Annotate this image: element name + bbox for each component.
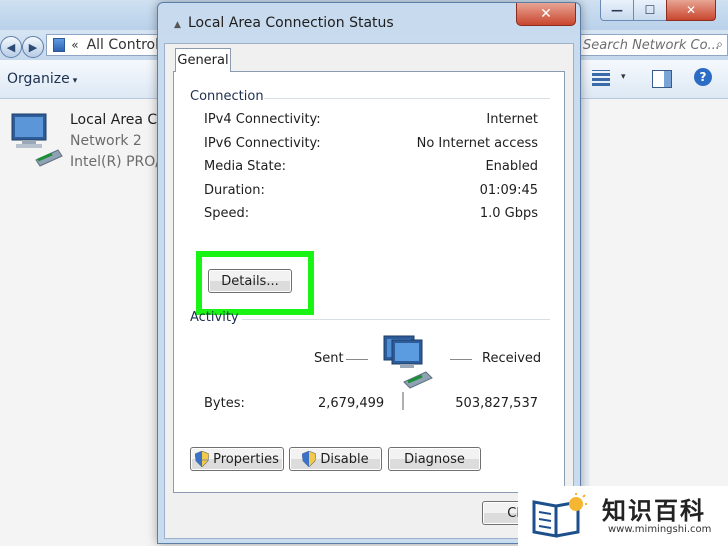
watermark-title: 知识百科 [602, 497, 706, 525]
sent-line [346, 359, 368, 360]
change-view-icon[interactable] [592, 70, 610, 86]
explorer-window-buttons: — ☐ ✕ [600, 0, 716, 21]
dialog-close-button[interactable]: ✕ [516, 3, 576, 26]
speed-value: 1.0 Gbps [479, 206, 538, 221]
bytes-label: Bytes: [204, 396, 245, 411]
uac-shield-icon [195, 451, 210, 467]
network-adapter-icon[interactable] [8, 112, 64, 171]
tab-general[interactable]: General [175, 48, 231, 72]
explorer-close-button[interactable]: ✕ [666, 0, 716, 21]
media-state-label: Media State: [204, 159, 286, 174]
ipv4-label: IPv4 Connectivity: [204, 112, 321, 127]
media-state-value: Enabled [485, 159, 538, 174]
bytes-sent-value: 2,679,499 [318, 396, 385, 411]
maximize-button[interactable]: ☐ [633, 0, 667, 21]
activity-divider [242, 319, 550, 320]
watermark-url: www.mimingshi.com [608, 524, 712, 535]
duration-value: 01:09:45 [479, 183, 538, 198]
search-placeholder: Search Network Co... [583, 37, 720, 53]
disable-button[interactable]: Disable [289, 447, 382, 471]
help-icon[interactable]: ? [694, 68, 712, 86]
minimize-button[interactable]: — [600, 0, 634, 21]
details-button[interactable]: Details... [208, 269, 292, 293]
control-panel-icon [53, 38, 66, 52]
network-item-name[interactable]: Local Area Co [70, 110, 166, 131]
diagnose-button[interactable]: Diagnose [388, 447, 481, 471]
properties-label: Properties [213, 451, 279, 467]
network-item-network: Network 2 [70, 133, 142, 149]
bytes-separator [402, 392, 404, 410]
bytes-received-value: 503,827,537 [455, 396, 538, 411]
connection-divider [264, 98, 550, 99]
book-lightbulb-logo [532, 493, 587, 538]
connection-status-dialog: ▲ Local Area Connection Status ✕ General… [157, 2, 581, 544]
ipv6-value: No Internet access [416, 136, 538, 151]
ipv6-label: IPv6 Connectivity: [204, 136, 321, 151]
dialog-title: Local Area Connection Status [188, 15, 394, 31]
forward-button[interactable]: ▶ [22, 36, 44, 58]
properties-button[interactable]: Properties [190, 447, 284, 471]
speed-label: Speed: [204, 206, 250, 221]
organize-label: Organize [7, 71, 70, 87]
connection-heading: Connection [190, 89, 264, 104]
watermark: 知识百科 www.mimingshi.com [518, 486, 728, 546]
chevron-down-icon: ▾ [72, 76, 78, 86]
dialog-title-icon: ▲ [174, 20, 181, 30]
duration-label: Duration: [204, 183, 265, 198]
received-label: Received [482, 351, 542, 366]
view-options-chevron-icon[interactable]: ▾ [621, 72, 626, 82]
path-chevron: « [71, 38, 79, 52]
network-activity-icon [382, 334, 438, 393]
disable-label: Disable [320, 451, 369, 467]
activity-heading: Activity [190, 310, 239, 325]
uac-shield-icon [302, 451, 317, 467]
search-icon: ⌕ [716, 37, 723, 51]
close-icon: ✕ [540, 6, 552, 22]
dialog-body: General Connection IPv4 Connectivity: In… [164, 43, 574, 539]
preview-pane-icon[interactable] [652, 70, 672, 88]
organize-menu[interactable]: Organize ▾ [7, 71, 77, 87]
received-line [450, 359, 472, 360]
back-button[interactable]: ◀ [0, 36, 22, 58]
sent-label: Sent [314, 351, 344, 366]
address-path-text: All Control [86, 37, 159, 53]
forward-arrow-icon: ▶ [28, 40, 38, 54]
address-path[interactable]: « All Control [46, 34, 160, 56]
network-item-adapter: Intel(R) PRO/1 [70, 154, 169, 170]
back-arrow-icon: ◀ [6, 40, 16, 54]
search-input[interactable]: Search Network Co... ⌕ [578, 34, 728, 56]
general-tab-panel: Connection IPv4 Connectivity: Internet I… [173, 71, 565, 493]
ipv4-value: Internet [486, 112, 538, 127]
